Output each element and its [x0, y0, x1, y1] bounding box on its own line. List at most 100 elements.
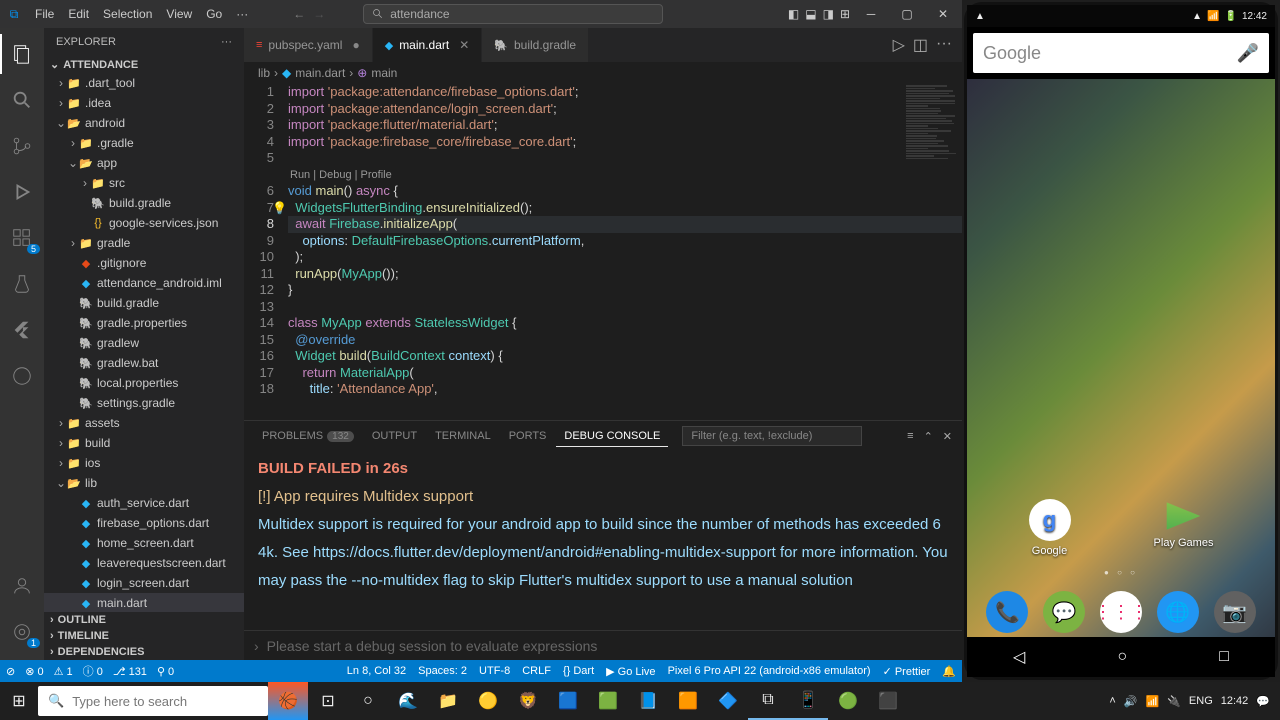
tree-node[interactable]: ›📁ios [44, 453, 244, 473]
taskbar-brave-icon[interactable]: 🦁 [508, 682, 548, 720]
tree-node[interactable]: {}google-services.json [44, 213, 244, 233]
tree-node[interactable]: ⌄📂lib [44, 473, 244, 493]
tray-battery-icon[interactable]: 🔌 [1167, 695, 1181, 708]
tree-node[interactable]: ›📁src [44, 173, 244, 193]
activity-flutter-icon[interactable] [0, 310, 44, 350]
activity-test-icon[interactable] [0, 264, 44, 304]
outline-section[interactable]: ›OUTLINE [44, 612, 244, 628]
mic-icon[interactable]: 🎤 [1237, 43, 1259, 64]
status-item[interactable]: ⊘ [6, 663, 15, 679]
taskbar-xampp-icon[interactable]: 🟧 [668, 682, 708, 720]
dependencies-section[interactable]: ›DEPENDENCIES [44, 644, 244, 660]
tree-node[interactable]: ◆attendance_android.iml [44, 273, 244, 293]
run-icon[interactable]: ▷ [893, 35, 905, 55]
editor-tab[interactable]: ≡pubspec.yaml● [244, 28, 373, 62]
phone-icon[interactable]: 📞 [986, 591, 1028, 633]
app-play-games[interactable]: Play Games [1154, 499, 1214, 557]
status-item[interactable]: ⚠ 1 [54, 663, 73, 679]
window-maximize[interactable]: ▢ [892, 0, 922, 28]
tree-node[interactable]: ◆login_screen.dart [44, 573, 244, 593]
tray-lang[interactable]: ENG [1189, 695, 1213, 707]
menu-go[interactable]: Go [199, 7, 229, 21]
status-item[interactable]: {} Dart [563, 665, 594, 678]
panel-close-icon[interactable]: ✕ [943, 430, 952, 443]
nav-back-icon[interactable]: ◁ [1013, 647, 1025, 667]
tree-node[interactable]: 🐘settings.gradle [44, 393, 244, 413]
taskbar-cortana-icon[interactable]: ○ [348, 682, 388, 720]
activity-extensions-icon[interactable]: 5 [0, 218, 44, 258]
layout-left-icon[interactable]: ◧ [788, 7, 799, 21]
taskbar-app6-icon[interactable]: ⬛ [868, 682, 908, 720]
explorer-more-icon[interactable]: ··· [221, 36, 232, 48]
tree-node[interactable]: ›📁gradle [44, 233, 244, 253]
activity-settings-icon[interactable]: 1 [0, 612, 44, 652]
editor-tab[interactable]: ◆main.dart✕ [373, 28, 483, 62]
activity-explorer-icon[interactable] [0, 34, 44, 74]
menu-selection[interactable]: Selection [96, 7, 159, 21]
activity-search-icon[interactable] [0, 80, 44, 120]
tray-volume-icon[interactable]: 🔊 [1124, 695, 1138, 708]
tree-node[interactable]: 🐘gradle.properties [44, 313, 244, 333]
status-item[interactable]: Ln 8, Col 32 [347, 665, 406, 678]
panel-settings-icon[interactable]: ≡ [907, 430, 913, 443]
tree-node[interactable]: ›📁.dart_tool [44, 73, 244, 93]
tree-node[interactable]: 🐘gradlew [44, 333, 244, 353]
tray-notifications-icon[interactable]: 💬 [1256, 695, 1270, 708]
activity-github-icon[interactable] [0, 356, 44, 396]
tree-node[interactable]: ◆main.dart [44, 593, 244, 612]
panel-tab[interactable]: Debug Console [556, 426, 668, 447]
taskbar-android-icon[interactable]: 📱 [788, 682, 828, 720]
apps-drawer-icon[interactable]: ⋮⋮⋮ [1100, 591, 1142, 633]
status-item[interactable]: UTF-8 [479, 665, 510, 678]
status-item[interactable]: ⓘ 0 [83, 663, 103, 679]
status-item[interactable]: ⎇ 131 [113, 663, 147, 679]
tree-node[interactable]: ⌄📂android [44, 113, 244, 133]
tab-close-icon[interactable]: ✕ [459, 38, 469, 52]
tree-node[interactable]: ›📁.idea [44, 93, 244, 113]
tree-node[interactable]: 🐘build.gradle [44, 193, 244, 213]
tray-chevron-icon[interactable]: ˄ [1109, 695, 1115, 707]
taskbar-search[interactable]: 🔍Type here to search [38, 686, 268, 716]
status-item[interactable]: 🔔 [942, 665, 956, 678]
debug-filter-input[interactable]: Filter (e.g. text, !exclude) [682, 426, 862, 446]
tray-wifi-icon[interactable]: 📶 [1146, 695, 1160, 708]
breadcrumb[interactable]: lib› ◆main.dart› ⊕main [244, 62, 962, 84]
emulator-google-search[interactable]: Google 🎤 [973, 33, 1269, 73]
status-item[interactable]: CRLF [522, 665, 551, 678]
panel-tab[interactable]: Problems132 [254, 426, 362, 446]
taskbar-app2-icon[interactable]: 🟩 [588, 682, 628, 720]
nav-recent-icon[interactable]: □ [1219, 648, 1229, 666]
activity-scm-icon[interactable] [0, 126, 44, 166]
system-tray[interactable]: ˄ 🔊 📶 🔌 ENG 12:42 💬 [1099, 695, 1280, 708]
panel-collapse-icon[interactable]: ⌃ [924, 430, 933, 443]
panel-tab[interactable]: Terminal [427, 426, 499, 446]
menu-file[interactable]: File [28, 7, 61, 21]
status-item[interactable]: Pixel 6 Pro API 22 (android-x86 emulator… [668, 665, 871, 678]
split-icon[interactable]: ◫ [913, 35, 928, 55]
tree-node[interactable]: ›📁assets [44, 413, 244, 433]
tree-node[interactable]: ›📁.gradle [44, 133, 244, 153]
taskbar-app1-icon[interactable]: 🟦 [548, 682, 588, 720]
tree-node[interactable]: 🐘build.gradle [44, 293, 244, 313]
project-section[interactable]: ⌄ATTENDANCE [44, 56, 244, 73]
tree-node[interactable]: ◆home_screen.dart [44, 533, 244, 553]
taskbar-app4-icon[interactable]: 🔷 [708, 682, 748, 720]
tree-node[interactable]: ›📁build [44, 433, 244, 453]
taskbar-chrome-icon[interactable]: 🟡 [468, 682, 508, 720]
layout-right-icon[interactable]: ◨ [823, 7, 834, 21]
tree-node[interactable]: ◆firebase_options.dart [44, 513, 244, 533]
tree-node[interactable]: ◆leaverequestscreen.dart [44, 553, 244, 573]
window-minimize[interactable]: ─ [856, 0, 886, 28]
timeline-section[interactable]: ›TIMELINE [44, 628, 244, 644]
tree-node[interactable]: ⌄📂app [44, 153, 244, 173]
messages-icon[interactable]: 💬 [1043, 591, 1085, 633]
command-center-search[interactable]: attendance [363, 4, 663, 24]
status-item[interactable]: ⊗ 0 [25, 663, 43, 679]
menu-more[interactable]: ··· [229, 7, 255, 21]
tree-node[interactable]: 🐘gradlew.bat [44, 353, 244, 373]
taskbar-app5-icon[interactable]: 🟢 [828, 682, 868, 720]
layout-bottom-icon[interactable]: ⬓ [805, 7, 816, 21]
tree-node[interactable]: ◆.gitignore [44, 253, 244, 273]
menu-view[interactable]: View [159, 7, 199, 21]
code-editor[interactable]: 123456789101112131415161718 import 'pack… [244, 84, 962, 420]
